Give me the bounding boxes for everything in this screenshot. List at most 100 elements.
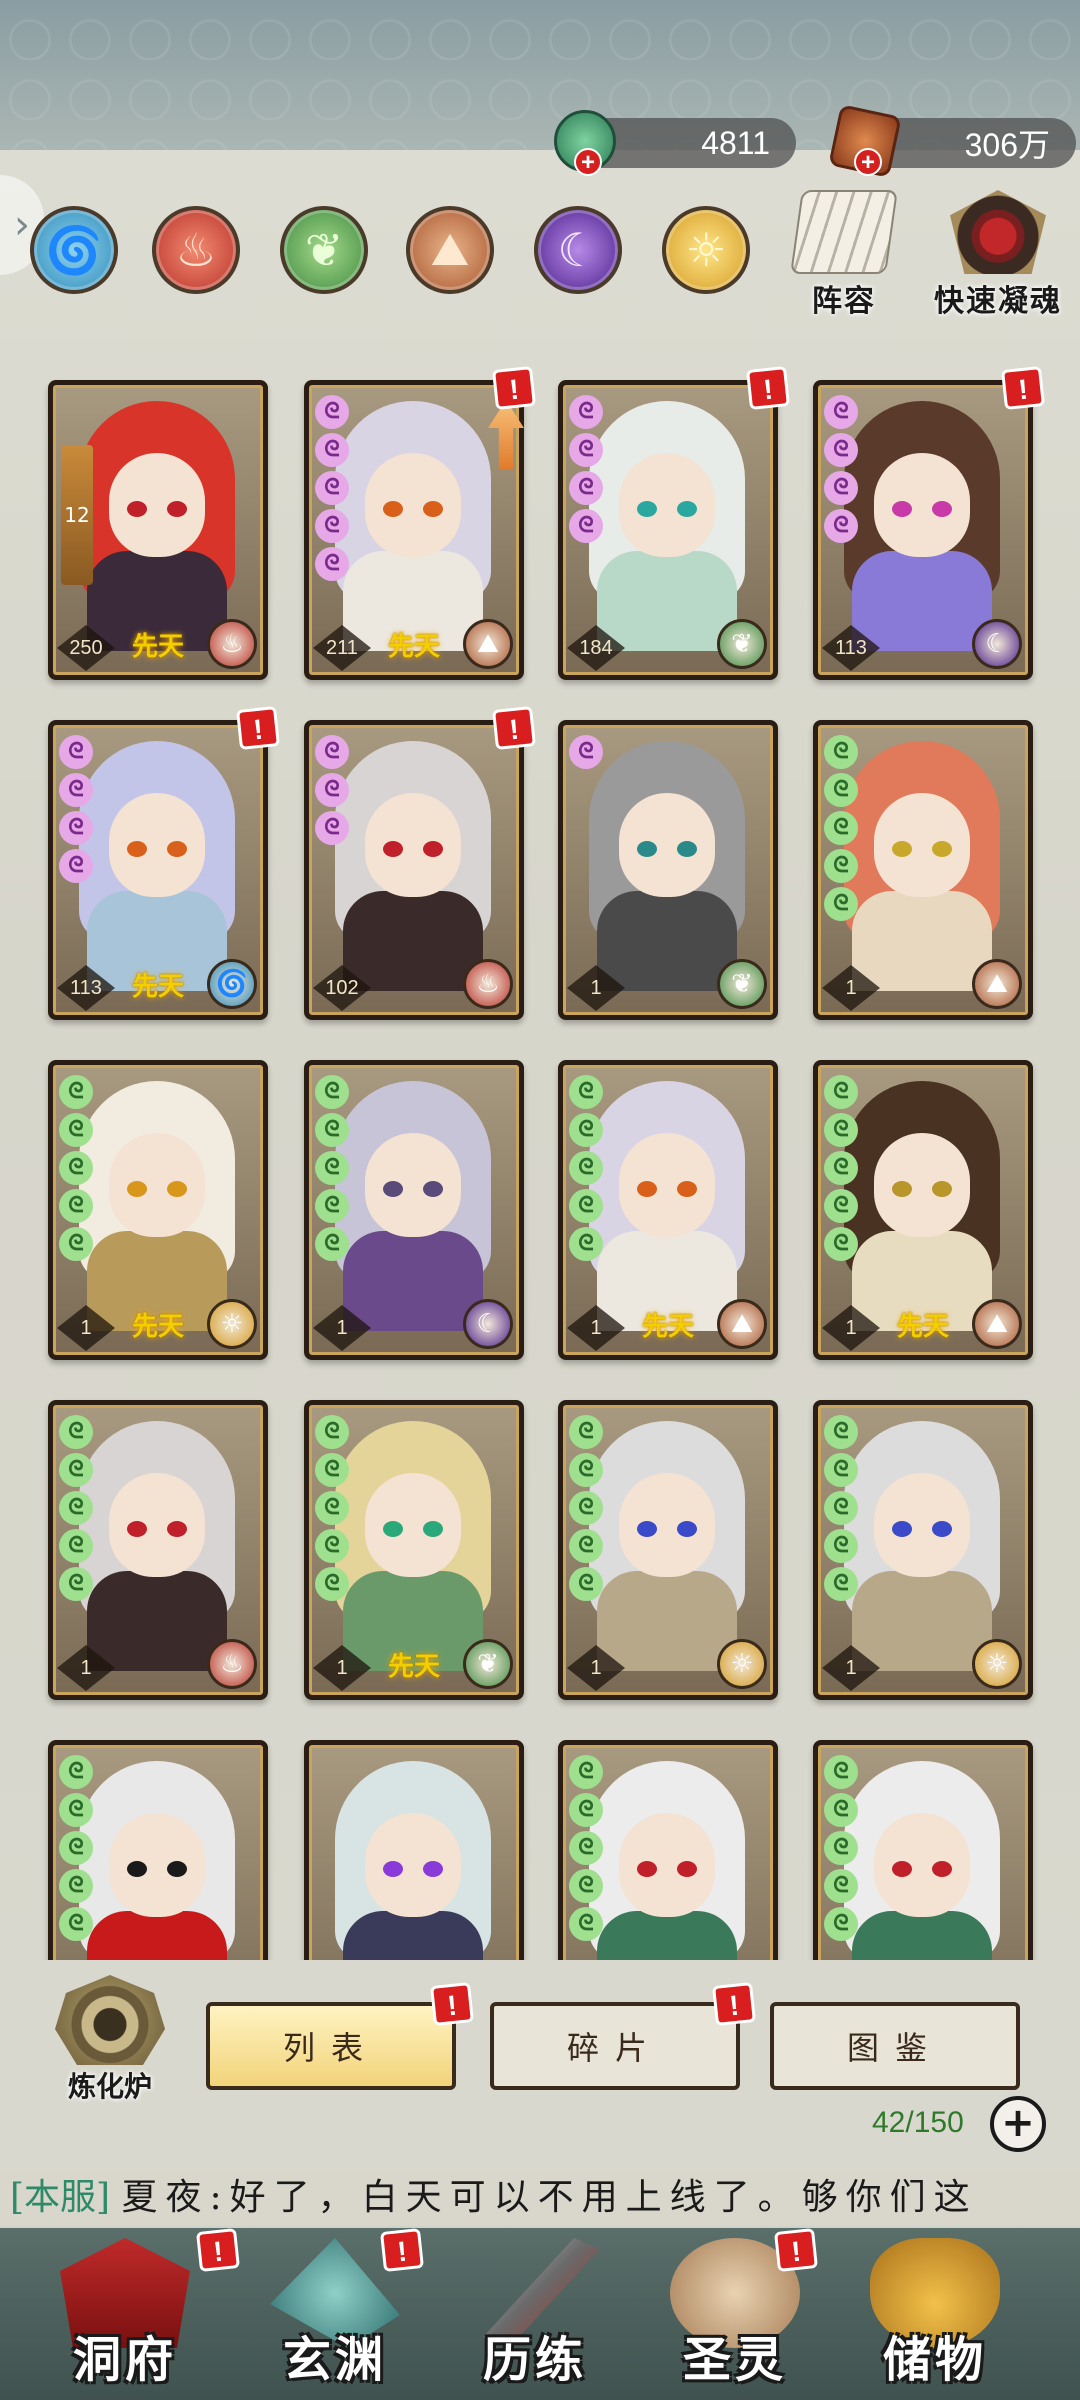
hero-card[interactable]: ᘓ ᘓ ᘓ ᘓ 113 ☾ xyxy=(813,380,1033,680)
hero-card[interactable]: ᘓ ᘓ ᘓ ᘓ ᘓ 1 ♨ xyxy=(48,1400,268,1700)
nav-spirit-alert-badge: ! xyxy=(774,2228,818,2272)
awaken-pip-icon: ᘓ xyxy=(569,1113,603,1147)
hero-face xyxy=(619,1133,715,1237)
filter-light[interactable]: ☼ xyxy=(662,206,750,294)
hero-eye xyxy=(932,501,952,517)
hero-card[interactable]: ᘓ 1 ❦ xyxy=(558,720,778,1020)
hero-card[interactable]: ᘓ ᘓ ᘓ 102 ♨ xyxy=(304,720,524,1020)
awaken-pip-icon: ᘓ xyxy=(59,1227,93,1261)
wood-element-icon: ❦ xyxy=(463,1639,513,1689)
hero-card[interactable]: ᘓ ᘓ ᘓ ᘓ ᘓ 1 先天 ☼ xyxy=(48,1060,268,1360)
nav-abyss-label: 玄渊 xyxy=(282,2332,387,2388)
hero-eye xyxy=(167,1181,187,1197)
earth-element-icon: ⛰ xyxy=(463,619,513,669)
add-ore-button[interactable]: + xyxy=(854,148,882,176)
tab-fragments[interactable]: 碎片 xyxy=(490,2002,740,2090)
nav-storage[interactable]: 储物 xyxy=(840,2228,1030,2400)
awaken-pip-icon: ᘓ xyxy=(59,1415,93,1449)
awaken-pip-icon: ᘓ xyxy=(315,735,349,769)
hero-card-grid[interactable]: 12 250 先天 ♨ ᘓ ᘓ ᘓ ᘓ ᘓ 211 先天 ⛰! ᘓ ᘓ ᘓ ᘓ 184 ❦! ᘓ ᘓ ᘓ ᘓ 113 ☾! ᘓ ᘓ… xyxy=(0,360,1080,1960)
awaken-pips: ᘓᘓᘓᘓᘓ xyxy=(315,395,355,581)
awaken-pip-icon: ᘓ xyxy=(824,1415,858,1449)
awaken-pip-icon: ᘓ xyxy=(315,1227,349,1261)
hero-outfit xyxy=(343,1911,483,1960)
hero-card[interactable]: ᘓ ᘓ ᘓ ᘓ ᘓ 1 ⛰ xyxy=(813,720,1033,1020)
dark-icon: ☾ xyxy=(557,223,599,277)
tab-codex[interactable]: 图鉴 xyxy=(770,2002,1020,2090)
filter-fire[interactable]: ♨ xyxy=(152,206,240,294)
tab-codex-label: 图鉴 xyxy=(846,2029,943,2067)
hero-card[interactable]: ᘓ ᘓ ᘓ ᘓ ᘓ 1 ☾ xyxy=(304,1060,524,1360)
jade-amount: 4811 xyxy=(701,124,770,161)
awaken-pip-icon: ᘓ xyxy=(824,735,858,769)
awaken-pips: ᘓᘓᘓᘓ xyxy=(59,735,99,883)
dark-element-icon: ☾ xyxy=(463,1299,513,1349)
expand-capacity-button[interactable]: + xyxy=(990,2096,1046,2152)
filter-earth[interactable]: ⛰ xyxy=(406,206,494,294)
awaken-pip-icon: ᘓ xyxy=(569,1227,603,1261)
earth-element-icon: ⛰ xyxy=(972,1299,1022,1349)
hero-face xyxy=(109,793,205,897)
ore-currency[interactable]: + 306万 xyxy=(828,104,1076,178)
awaken-pip-icon: ᘓ xyxy=(59,1491,93,1525)
hero-card[interactable]: ᘓ ᘓ ᘓ ᘓ ᘓ 1 先天 ⛰ xyxy=(813,1060,1033,1360)
hero-card[interactable]: ᘓ ᘓ ᘓ ᘓ ᘓ 1 ☼ xyxy=(813,1400,1033,1700)
hero-outfit xyxy=(852,1571,992,1671)
awaken-pip-icon: ᘓ xyxy=(315,811,349,845)
awaken-pip-icon: ᘓ xyxy=(315,773,349,807)
filter-dark[interactable]: ☾ xyxy=(534,206,622,294)
nav-cave[interactable]: 洞府 xyxy=(30,2228,220,2400)
hero-card[interactable]: ᘓ ᘓ ᘓ ᘓ 113 先天 🌀 xyxy=(48,720,268,1020)
wood-element-icon: ❦ xyxy=(717,619,767,669)
hero-eye xyxy=(127,1861,147,1877)
awaken-pips: ᘓᘓᘓᘓᘓ xyxy=(315,1415,355,1601)
awaken-pips: ᘓ xyxy=(569,735,609,769)
awaken-pip-icon: ᘓ xyxy=(824,433,858,467)
bottom-nav: 洞府 玄渊 历练 圣灵 储物 ! ! ! xyxy=(0,2228,1080,2400)
dark-element-icon: ☾ xyxy=(972,619,1022,669)
hero-portrait xyxy=(67,401,247,651)
star-rank-badge: 12 xyxy=(61,445,93,585)
hero-alert-badge: ! xyxy=(236,706,280,750)
hero-card[interactable]: ᘓ ᘓ ᘓ ᘓ ᘓ 1 ☼ xyxy=(558,1400,778,1700)
tab-list[interactable]: 列表 xyxy=(206,2002,456,2090)
awaken-pips: ᘓᘓᘓᘓᘓ xyxy=(824,1415,864,1601)
filter-wood[interactable]: ❦ xyxy=(280,206,368,294)
awaken-pip-icon: ᘓ xyxy=(59,849,93,883)
furnace-button[interactable]: 炼化炉 xyxy=(40,1975,180,2105)
hero-face xyxy=(109,1813,205,1917)
lineup-button[interactable]: 阵容 xyxy=(784,190,904,320)
fire-element-icon: ♨ xyxy=(207,1639,257,1689)
hero-eye xyxy=(167,501,187,517)
awaken-pip-icon: ᘓ xyxy=(569,1755,603,1789)
hero-outfit xyxy=(87,1571,227,1671)
awaken-pip-icon: ᘓ xyxy=(59,1831,93,1865)
awaken-pip-icon: ᘓ xyxy=(315,1415,349,1449)
chat-ticker[interactable]: [本服] 夏夜:好了，白天可以不用上线了。够你们这 xyxy=(0,2170,1080,2226)
hero-card[interactable]: ᘓ ᘓ ᘓ ᘓ 184 ❦ xyxy=(558,380,778,680)
hero-card[interactable]: ᘓᘓᘓᘓᘓ xyxy=(48,1740,268,1960)
hero-eye xyxy=(677,841,697,857)
hero-card[interactable] xyxy=(304,1740,524,1960)
hero-card[interactable]: ᘓ ᘓ ᘓ ᘓ ᘓ 1 先天 ❦ xyxy=(304,1400,524,1700)
jade-currency[interactable]: + 4811 xyxy=(554,110,796,176)
hero-eye xyxy=(637,1861,657,1877)
hero-outfit xyxy=(597,551,737,651)
chevron-right-icon: › xyxy=(14,202,30,248)
quick-soul-button[interactable]: 快速凝魂 xyxy=(928,190,1068,320)
light-element-icon: ☼ xyxy=(717,1639,767,1689)
chat-message: 夏夜:好了，白天可以不用上线了。够你们这 xyxy=(121,2177,978,2218)
hero-card[interactable]: ᘓᘓᘓᘓᘓ xyxy=(813,1740,1033,1960)
hero-face xyxy=(365,1813,461,1917)
hero-eye xyxy=(677,501,697,517)
filter-water[interactable]: 🌀 xyxy=(30,206,118,294)
innate-badge: 先天 xyxy=(896,1312,949,1342)
hero-eye xyxy=(932,1181,952,1197)
hero-card[interactable]: ᘓᘓᘓᘓᘓ xyxy=(558,1740,778,1960)
add-jade-button[interactable]: + xyxy=(574,148,602,176)
water-element-icon: 🌀 xyxy=(207,959,257,1009)
hero-card[interactable]: 12 250 先天 ♨ xyxy=(48,380,268,680)
nav-training[interactable]: 历练 xyxy=(440,2228,630,2400)
awaken-pip-icon: ᘓ xyxy=(315,1453,349,1487)
hero-card[interactable]: ᘓ ᘓ ᘓ ᘓ ᘓ 1 先天 ⛰ xyxy=(558,1060,778,1360)
